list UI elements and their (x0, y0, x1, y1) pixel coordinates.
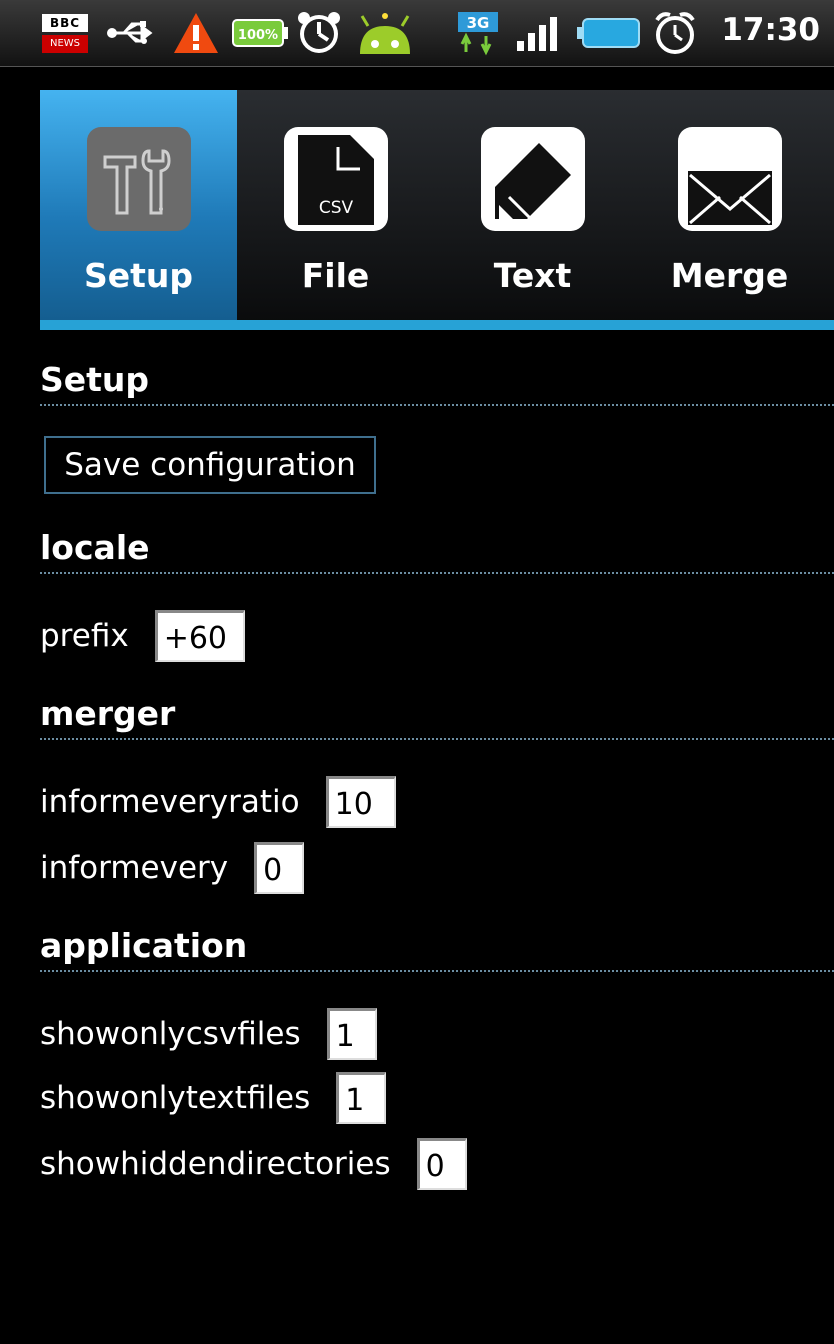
tab-text-label: Text (493, 256, 572, 295)
usb-icon (104, 10, 160, 56)
bbc-label: BBC (42, 13, 88, 32)
tab-text[interactable]: Text (434, 90, 631, 323)
showonlycsvfiles-label: showonlycsvfiles (40, 1016, 301, 1052)
divider (40, 970, 834, 972)
setting-row-informeveryratio: informeveryratio 10 (40, 774, 396, 830)
alarm-icon (294, 10, 344, 56)
battery-icon (576, 10, 642, 56)
tab-setup[interactable]: Setup (40, 90, 237, 323)
informeveryratio-label: informeveryratio (40, 784, 300, 820)
battery-indicator-icon: 100% (230, 10, 290, 56)
warning-icon (170, 10, 222, 56)
tab-bar: Setup CSV File Text Merge (40, 90, 834, 323)
save-configuration-button[interactable]: Save configuration (44, 436, 376, 494)
bbc-news-icon: BBC NEWS (40, 9, 90, 57)
android-icon (352, 10, 418, 56)
section-heading-application: application (40, 926, 248, 965)
divider (40, 738, 834, 740)
3g-data-icon: 3G (455, 10, 501, 56)
informevery-input[interactable]: 0 (254, 842, 305, 894)
showhiddendirectories-input[interactable]: 0 (416, 1138, 467, 1190)
setting-row-showonlytextfiles: showonlytextfiles 1 (40, 1070, 387, 1126)
prefix-label: prefix (40, 618, 129, 654)
section-heading-merger: merger (40, 694, 176, 733)
showonlycsvfiles-input[interactable]: 1 (326, 1008, 377, 1060)
news-label: NEWS (42, 34, 88, 53)
setting-row-showonlycsvfiles: showonlycsvfiles 1 (40, 1006, 377, 1062)
setting-row-informevery: informevery 0 (40, 840, 305, 896)
tab-indicator-line (40, 320, 834, 330)
setting-row-prefix: prefix +60 (40, 608, 245, 664)
showhiddendirectories-label: showhiddendirectories (40, 1146, 391, 1182)
section-heading-locale: locale (40, 528, 150, 567)
informeveryratio-input[interactable]: 10 (325, 776, 396, 828)
envelope-icon (678, 127, 782, 231)
prefix-input[interactable]: +60 (154, 610, 245, 662)
divider (40, 404, 834, 406)
status-bar: BBC NEWS 100% 3G 17:30 (0, 0, 834, 67)
pencil-icon (481, 127, 585, 231)
divider (40, 572, 834, 574)
showonlytextfiles-label: showonlytextfiles (40, 1080, 311, 1116)
section-heading-setup: Setup (40, 360, 150, 399)
alarm-clock-icon (650, 10, 700, 56)
tab-merge-label: Merge (670, 256, 789, 295)
informevery-label: informevery (40, 850, 229, 886)
csv-icon-text: CSV (319, 198, 354, 218)
tools-icon (87, 127, 191, 231)
network-type-text: 3G (467, 14, 490, 32)
csv-file-icon: CSV (284, 127, 388, 231)
tab-file[interactable]: CSV File (237, 90, 434, 323)
tab-merge[interactable]: Merge (631, 90, 828, 323)
setting-row-showhiddendirectories: showhiddendirectories 0 (40, 1136, 467, 1192)
tab-setup-label: Setup (83, 256, 194, 295)
battery-percent-text: 100% (238, 28, 278, 43)
showonlytextfiles-input[interactable]: 1 (336, 1072, 387, 1124)
signal-icon (510, 10, 568, 56)
tab-file-label: File (301, 256, 370, 295)
status-time: 17:30 (721, 12, 820, 48)
